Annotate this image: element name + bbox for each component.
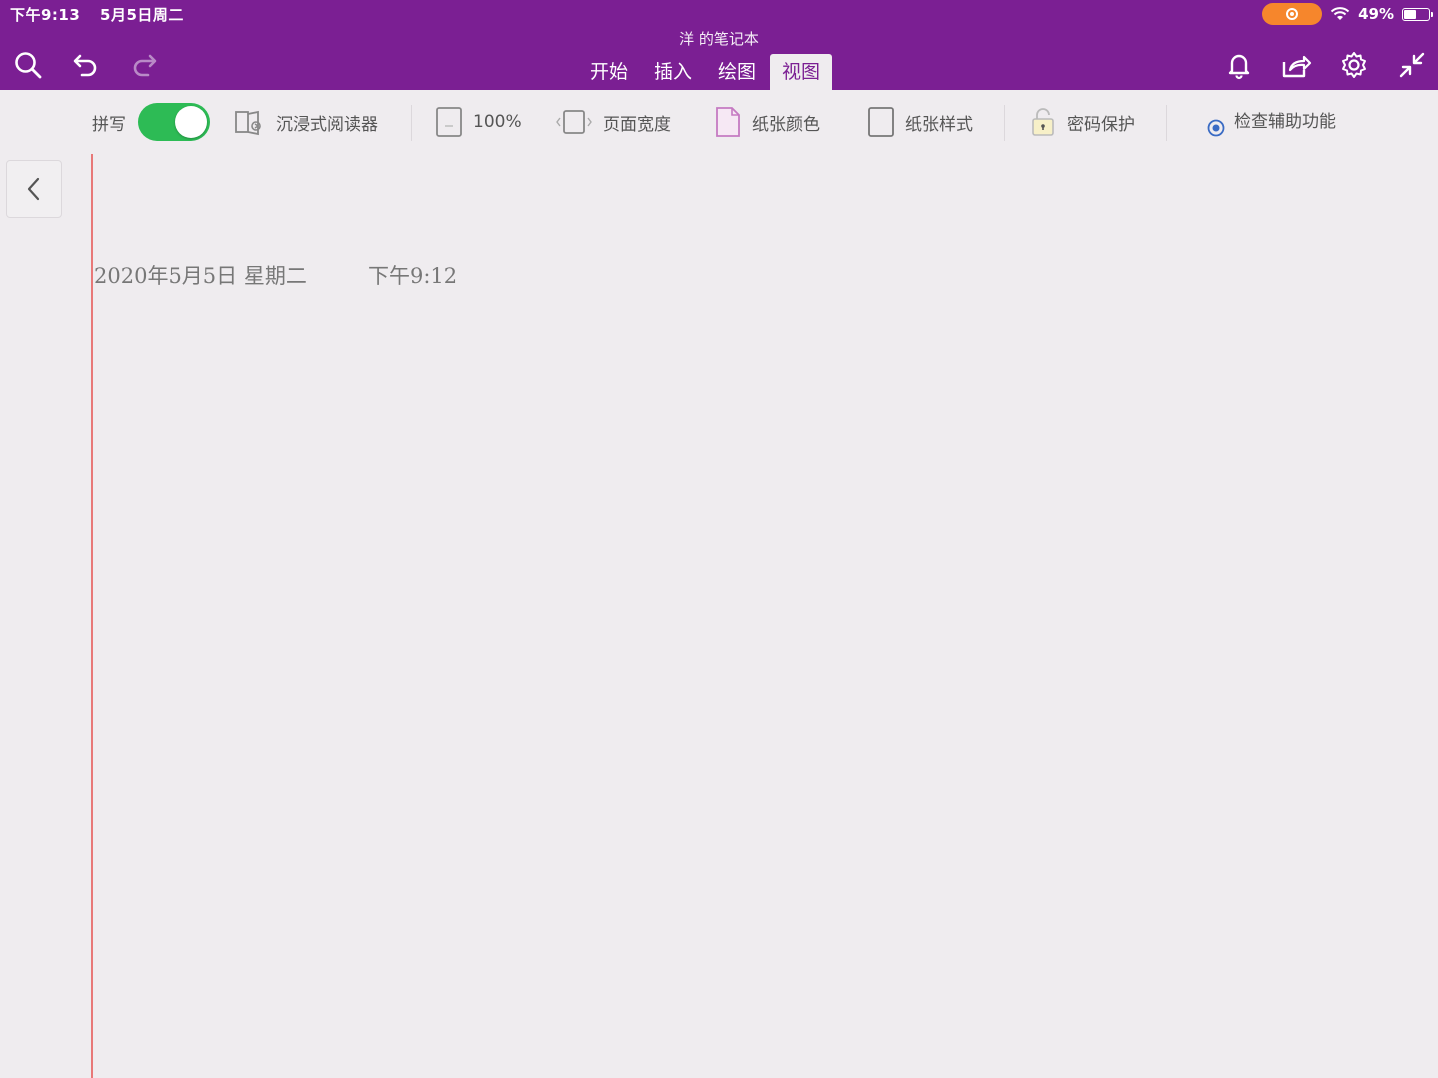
spelling-toggle[interactable]: [138, 103, 210, 141]
ribbon-divider: [1004, 105, 1005, 141]
password-protect-label: 密码保护: [1067, 114, 1135, 135]
bell-icon: [1228, 54, 1250, 80]
status-date: 5月5日周二: [100, 6, 184, 24]
page-width-button[interactable]: 页面宽度: [555, 90, 671, 154]
paper-color-button[interactable]: 纸张颜色: [714, 90, 820, 154]
toggle-knob: [175, 106, 207, 138]
notebook-title[interactable]: 洋 的笔记本: [0, 28, 1438, 49]
zoom-label: 100%: [473, 112, 522, 132]
notifications-button[interactable]: [1222, 48, 1256, 82]
paper-style-label: 纸张样式: [905, 114, 973, 135]
status-time: 下午9:13: [10, 6, 81, 24]
battery-icon: [1402, 7, 1433, 21]
search-icon: [15, 52, 42, 79]
collapse-button[interactable]: [1395, 48, 1429, 82]
status-bar-right: 49%: [1262, 3, 1433, 25]
screen-recording-indicator[interactable]: [1262, 3, 1323, 25]
collapse-icon: [1399, 52, 1425, 78]
redo-icon: [133, 54, 157, 77]
gear-icon: [1342, 52, 1366, 78]
page-icon: [436, 107, 462, 137]
battery-level: [1404, 9, 1416, 19]
lock-icon: [1032, 108, 1054, 136]
page-date[interactable]: 2020年5月5日 星期二: [94, 260, 307, 290]
paper-style-icon: [868, 107, 894, 137]
immersive-reader-button[interactable]: 沉浸式阅读器: [234, 90, 378, 154]
immersive-reader-label: 沉浸式阅读器: [276, 114, 378, 135]
undo-icon: [73, 54, 97, 77]
tab-draw[interactable]: 绘图: [706, 54, 768, 90]
chevron-left-icon: [27, 177, 40, 201]
redo-button[interactable]: [127, 48, 161, 82]
ribbon-divider: [1166, 105, 1167, 141]
page-width-label: 页面宽度: [603, 114, 671, 135]
spelling-toggle-group: 拼写: [92, 90, 210, 154]
status-bar-left: 下午9:13 5月5日周二: [10, 4, 184, 25]
view-ribbon: 拼写 沉浸式阅读器 100% 页面宽度 纸张颜色 纸张样式 密码保护 检查辅助功…: [0, 90, 1438, 154]
check-accessibility-label: 检查辅助功能: [1234, 111, 1336, 132]
tab-home[interactable]: 开始: [578, 54, 640, 90]
check-accessibility-button[interactable]: 检查辅助功能: [1204, 90, 1336, 154]
ribbon-divider: [411, 105, 412, 141]
paper-color-icon: [716, 107, 740, 137]
share-button[interactable]: [1279, 48, 1313, 82]
tab-insert[interactable]: 插入: [642, 54, 704, 90]
battery-percent: 49%: [1358, 5, 1394, 23]
immersive-reader-icon: [235, 110, 261, 136]
page-margin-line: [91, 154, 93, 1078]
page-width-icon: [556, 110, 592, 134]
search-button[interactable]: [11, 48, 45, 82]
paper-style-button[interactable]: 纸张样式: [867, 90, 973, 154]
zoom-button[interactable]: 100%: [435, 90, 522, 154]
undo-button[interactable]: [69, 48, 103, 82]
page-time[interactable]: 下午9:12: [368, 260, 457, 290]
tab-view[interactable]: 视图: [770, 54, 833, 90]
show-navigation-button[interactable]: [6, 160, 62, 218]
ribbon-tabs: 开始 插入 绘图 视图: [578, 54, 834, 90]
wifi-icon: [1330, 7, 1350, 20]
spelling-label: 拼写: [92, 114, 126, 135]
record-icon: [1286, 8, 1299, 20]
paper-color-label: 纸张颜色: [752, 114, 820, 135]
accessibility-check-icon: [1207, 119, 1225, 137]
share-icon: [1282, 55, 1312, 78]
app-header: 下午9:13 5月5日周二 49% 洋 的笔记本 开始 插入 绘图 视图: [0, 0, 1438, 90]
settings-button[interactable]: [1337, 48, 1371, 82]
password-protect-button[interactable]: 密码保护: [1029, 90, 1135, 154]
